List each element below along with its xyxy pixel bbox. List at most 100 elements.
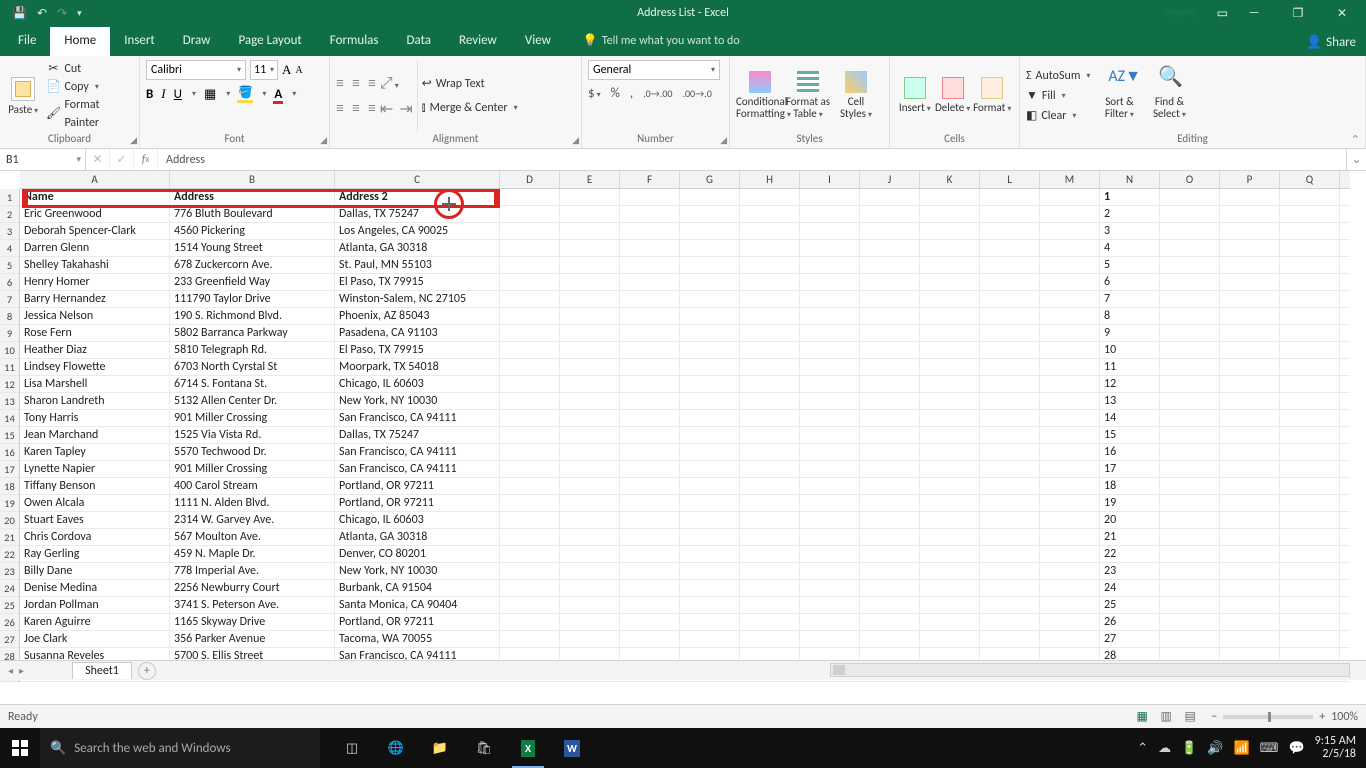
taskbar-search[interactable]: 🔍 Search the web and Windows — [40, 728, 320, 768]
cell[interactable] — [1280, 342, 1340, 358]
cell[interactable] — [560, 427, 620, 443]
column-header[interactable]: M — [1040, 171, 1100, 188]
cell[interactable] — [500, 529, 560, 545]
row-header[interactable]: 4 — [0, 240, 19, 257]
bold-button[interactable]: B — [146, 87, 153, 102]
cell[interactable] — [980, 614, 1040, 630]
cell[interactable] — [680, 427, 740, 443]
cell[interactable] — [1220, 512, 1280, 528]
zoom-level[interactable]: 100% — [1331, 710, 1358, 724]
format-cells-button[interactable]: Format▾ — [971, 77, 1013, 115]
tab-file[interactable]: File — [4, 27, 50, 56]
font-name-combo[interactable]: Calibri▾ — [146, 60, 246, 80]
cell[interactable] — [1220, 529, 1280, 545]
worksheet-grid[interactable]: ABCDEFGHIJKLMNOPQ 1234567891011121314151… — [0, 171, 1366, 704]
cell[interactable]: 2 — [1100, 206, 1160, 222]
cell[interactable]: Address 2 — [335, 189, 500, 205]
cell[interactable] — [860, 240, 920, 256]
cell[interactable] — [740, 529, 800, 545]
font-color-button[interactable]: A — [274, 87, 282, 102]
cell[interactable] — [500, 189, 560, 205]
cell[interactable] — [740, 376, 800, 392]
row-header[interactable]: 20 — [0, 512, 19, 529]
ribbon-display-options-icon[interactable]: ▭ — [1217, 6, 1228, 21]
cell[interactable] — [1280, 614, 1340, 630]
cell[interactable] — [740, 393, 800, 409]
cell[interactable] — [860, 597, 920, 613]
cell[interactable] — [500, 206, 560, 222]
cell[interactable] — [860, 529, 920, 545]
cell[interactable]: San Francisco, CA 94111 — [335, 410, 500, 426]
cell[interactable] — [860, 614, 920, 630]
row-header[interactable]: 9 — [0, 325, 19, 342]
cell[interactable] — [500, 223, 560, 239]
cell[interactable]: 22 — [1100, 546, 1160, 562]
row-header[interactable]: 14 — [0, 410, 19, 427]
cut-button[interactable]: ✂Cut — [46, 60, 133, 78]
cell[interactable] — [500, 325, 560, 341]
cell[interactable]: 15 — [1100, 427, 1160, 443]
cell[interactable] — [500, 478, 560, 494]
cell[interactable]: Eric Greenwood — [20, 206, 170, 222]
cell[interactable]: 27 — [1100, 631, 1160, 647]
cell[interactable]: 5802 Barranca Parkway — [170, 325, 335, 341]
cell[interactable] — [860, 359, 920, 375]
cell[interactable]: 26 — [1100, 614, 1160, 630]
cell[interactable]: Portland, OR 97211 — [335, 478, 500, 494]
cell[interactable] — [560, 359, 620, 375]
cell[interactable] — [980, 410, 1040, 426]
cell[interactable] — [620, 206, 680, 222]
font-dialog-launcher[interactable]: ◢ — [320, 135, 327, 146]
cell[interactable] — [1220, 444, 1280, 460]
cell[interactable]: 9 — [1100, 325, 1160, 341]
cell[interactable] — [620, 478, 680, 494]
tray-battery-icon[interactable]: 🔋 — [1181, 741, 1197, 756]
cell[interactable] — [920, 274, 980, 290]
cell[interactable] — [740, 291, 800, 307]
cell[interactable] — [800, 614, 860, 630]
cell[interactable] — [560, 529, 620, 545]
cell[interactable]: 5570 Techwood Dr. — [170, 444, 335, 460]
column-header[interactable]: P — [1220, 171, 1280, 188]
page-break-view-button[interactable]: ▤ — [1179, 708, 1201, 726]
sheet-nav-last-icon[interactable]: ▸ — [19, 664, 24, 677]
cell[interactable] — [1220, 291, 1280, 307]
cell[interactable]: Tacoma, WA 70055 — [335, 631, 500, 647]
cell[interactable] — [1040, 512, 1100, 528]
cell[interactable] — [620, 546, 680, 562]
cell[interactable] — [680, 580, 740, 596]
column-header[interactable]: Q — [1280, 171, 1340, 188]
cell[interactable] — [500, 308, 560, 324]
cell[interactable] — [1220, 563, 1280, 579]
row-header[interactable]: 12 — [0, 376, 19, 393]
cell[interactable] — [1220, 274, 1280, 290]
decrease-indent-icon[interactable]: ⇤ — [380, 99, 393, 119]
cell[interactable] — [1280, 546, 1340, 562]
cell[interactable] — [800, 461, 860, 477]
cell[interactable] — [800, 512, 860, 528]
row-header[interactable]: 19 — [0, 495, 19, 512]
zoom-in-button[interactable]: + — [1319, 710, 1325, 724]
cell[interactable]: 6 — [1100, 274, 1160, 290]
cell[interactable] — [920, 461, 980, 477]
cell[interactable] — [740, 223, 800, 239]
tab-review[interactable]: Review — [445, 27, 511, 56]
column-header[interactable]: H — [740, 171, 800, 188]
cell[interactable]: New York, NY 10030 — [335, 563, 500, 579]
cell[interactable] — [560, 189, 620, 205]
cell[interactable] — [680, 546, 740, 562]
cell[interactable] — [920, 325, 980, 341]
cell[interactable] — [1220, 189, 1280, 205]
cell[interactable] — [860, 393, 920, 409]
cell[interactable] — [1280, 291, 1340, 307]
cell[interactable] — [680, 614, 740, 630]
cell[interactable] — [1160, 563, 1220, 579]
cell[interactable] — [1280, 478, 1340, 494]
cell[interactable] — [800, 359, 860, 375]
cell[interactable] — [980, 291, 1040, 307]
cell[interactable]: Rose Fern — [20, 325, 170, 341]
cell[interactable] — [1220, 376, 1280, 392]
cell[interactable]: 2256 Newburry Court — [170, 580, 335, 596]
cell[interactable]: Chicago, IL 60603 — [335, 376, 500, 392]
cell[interactable] — [1280, 427, 1340, 443]
